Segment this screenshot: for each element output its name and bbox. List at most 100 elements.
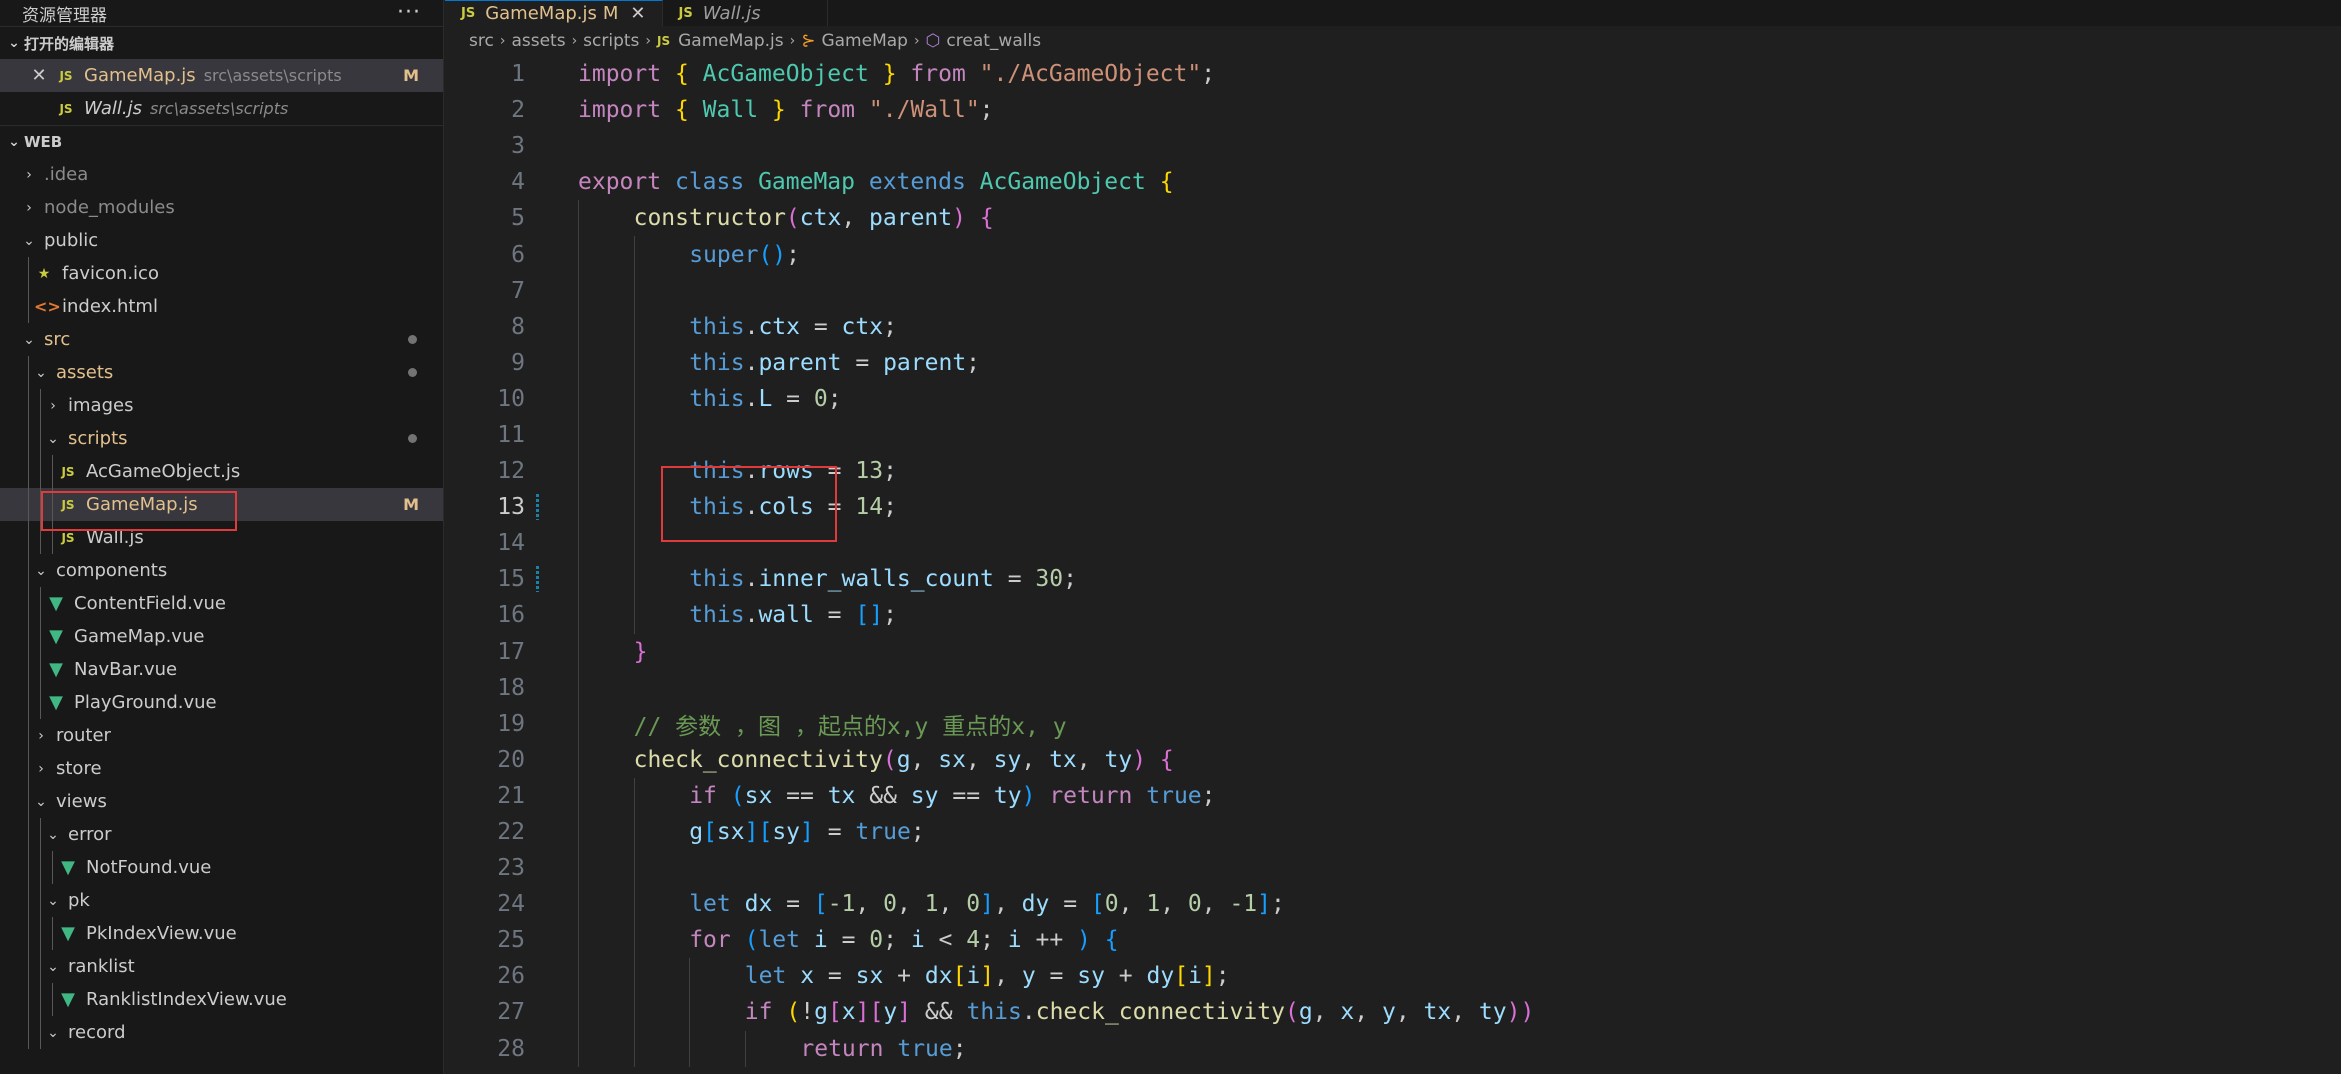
indent-guide	[28, 884, 29, 917]
tree-item[interactable]: ▼ PkIndexView.vue	[0, 917, 443, 950]
open-editor-wall[interactable]: ✕ JS Wall.js src\assets\scripts	[0, 92, 443, 125]
tree-item[interactable]: ⌄ src	[0, 323, 443, 356]
code-token: 0	[1187, 891, 1202, 918]
breadcrumb-file[interactable]: GameMap.js	[678, 31, 783, 51]
open-editor-gamemap[interactable]: ✕ JS GameMap.js src\assets\scripts M	[0, 59, 443, 92]
code-token: check_connectivity	[633, 746, 883, 773]
indent-guide	[28, 455, 29, 488]
code-content: super();	[553, 242, 800, 268]
code-line[interactable]: 6 super();	[445, 236, 2341, 273]
tree-item[interactable]: ⌄ public	[0, 224, 443, 257]
indent-guide	[578, 416, 579, 454]
tree-item[interactable]: › images	[0, 389, 443, 422]
tree-item[interactable]: JS AcGameObject.js	[0, 455, 443, 488]
code-token: tx	[1423, 999, 1452, 1026]
code-token: ++	[1021, 927, 1078, 954]
code-line[interactable]: 12 this.rows = 13;	[445, 453, 2341, 490]
code-line[interactable]: 22 g[sx][sy] = true;	[445, 813, 2341, 851]
close-icon[interactable]: ✕	[30, 65, 48, 86]
code-line[interactable]: 7	[445, 272, 2341, 309]
indent-guide	[578, 489, 579, 526]
project-section[interactable]: ⌄ WEB	[0, 125, 443, 158]
more-actions-icon[interactable]: ···	[397, 2, 421, 24]
tree-item[interactable]: ▼ PlayGround.vue	[0, 686, 443, 719]
code-line[interactable]: 24 let dx = [-1, 0, 1, 0], dy = [0, 1, 0,…	[445, 886, 2341, 923]
tree-item[interactable]: ▼ RanklistIndexView.vue	[0, 983, 443, 1016]
code-line[interactable]: 27 if (!g[x][y] && this.check_connectivit…	[445, 994, 2341, 1031]
modified-dot-icon	[408, 368, 417, 377]
indent-guide	[578, 886, 579, 923]
tree-item[interactable]: ★ favicon.ico	[0, 257, 443, 290]
open-editors-section[interactable]: ⌄ 打开的编辑器	[0, 26, 443, 59]
code-line[interactable]: 18	[445, 669, 2341, 706]
tree-item[interactable]: ▼ ContentField.vue	[0, 587, 443, 620]
tree-item[interactable]: ⌄ assets	[0, 356, 443, 389]
tab-wall[interactable]: JS Wall.js	[662, 0, 828, 26]
tree-item[interactable]: JS GameMap.js M	[0, 488, 443, 521]
tree-item[interactable]: ▼ GameMap.vue	[0, 620, 443, 653]
line-number: 19	[497, 710, 525, 737]
code-token: ;	[1201, 782, 1216, 809]
code-line[interactable]: 2 import { Wall } from "./Wall";	[445, 92, 2341, 128]
code-token: let	[758, 927, 800, 954]
code-content: this.ctx = ctx;	[553, 314, 897, 340]
tab-gamemap[interactable]: JS GameMap.js M ✕	[445, 0, 663, 26]
code-line[interactable]: 3	[445, 128, 2341, 164]
code-token: ,	[910, 746, 939, 773]
tree-item[interactable]: ▼ NavBar.vue	[0, 653, 443, 686]
breadcrumb-assets[interactable]: assets	[511, 31, 565, 51]
code-token: (	[1284, 999, 1299, 1026]
code-content: export class GameMap extends AcGameObjec…	[553, 169, 1174, 195]
code-line[interactable]: 1 import { AcGameObject } from "./AcGameO…	[445, 56, 2341, 92]
js-file-icon: JS	[61, 497, 75, 512]
code-line[interactable]: 5 constructor(ctx, parent) {	[445, 200, 2341, 237]
code-content: let dx = [-1, 0, 1, 0], dy = [0, 1, 0, -…	[553, 891, 1285, 917]
close-icon[interactable]: ✕	[630, 3, 645, 24]
tree-item[interactable]: › store	[0, 752, 443, 785]
tree-item[interactable]: ⌄ ranklist	[0, 950, 443, 983]
tree-item[interactable]: › .idea	[0, 158, 443, 191]
tree-item[interactable]: ⌄ pk	[0, 884, 443, 917]
code-line[interactable]: 9 this.parent = parent;	[445, 344, 2341, 381]
code-line[interactable]: 23	[445, 850, 2341, 887]
code-line[interactable]: 19 // 参数 ，图 ，起点的x,y 重点的x, y	[445, 705, 2341, 742]
tree-item[interactable]: ▼ NotFound.vue	[0, 851, 443, 884]
code-token: }	[771, 97, 786, 124]
breadcrumb-src[interactable]: src	[469, 31, 494, 51]
tree-item[interactable]: › node_modules	[0, 191, 443, 224]
code-line[interactable]: 28 return true;	[445, 1030, 2341, 1067]
tree-item[interactable]: <> index.html	[0, 290, 443, 323]
code-token: 0	[1104, 891, 1119, 918]
tree-item[interactable]: ⌄ record	[0, 1016, 443, 1049]
code-line[interactable]: 4 export class GameMap extends AcGameObje…	[445, 164, 2341, 200]
line-number: 5	[511, 205, 525, 232]
code-line[interactable]: 8 this.ctx = ctx;	[445, 308, 2341, 345]
code-line[interactable]: 26 let x = sx + dx[i], y = sy + dy[i];	[445, 958, 2341, 995]
tree-item[interactable]: ⌄ error	[0, 818, 443, 851]
code-line[interactable]: 14	[445, 525, 2341, 562]
indent-guide	[40, 851, 41, 884]
code-editor[interactable]: 1 import { AcGameObject } from "./AcGameO…	[445, 56, 2341, 1067]
code-line[interactable]: 25 for (let i = 0; i < 4; i ++ ) {	[445, 922, 2341, 959]
tree-item[interactable]: ⌄ components	[0, 554, 443, 587]
code-line[interactable]: 20 check_connectivity(g, sx, sy, tx, ty) …	[445, 741, 2341, 778]
breadcrumb-scripts[interactable]: scripts	[583, 31, 639, 51]
code-line[interactable]: 16 this.wall = [];	[445, 597, 2341, 634]
code-line[interactable]: 11	[445, 416, 2341, 454]
tree-item[interactable]: › router	[0, 719, 443, 752]
breadcrumb-class[interactable]: GameMap	[821, 31, 908, 51]
code-content: let x = sx + dx[i], y = sy + dy[i];	[553, 963, 1230, 989]
code-line[interactable]: 13 this.cols = 14;	[445, 489, 2341, 526]
tree-item[interactable]: JS Wall.js	[0, 521, 443, 554]
code-token: check_connectivity	[1035, 999, 1285, 1026]
code-token: y	[1381, 999, 1396, 1026]
indent-guide	[28, 983, 29, 1016]
code-line[interactable]: 15 this.inner_walls_count = 30;	[445, 561, 2341, 598]
tree-item[interactable]: ⌄ views	[0, 785, 443, 818]
code-line[interactable]: 10 this.L = 0;	[445, 380, 2341, 417]
code-line[interactable]: 17}	[445, 633, 2341, 670]
breadcrumb-method[interactable]: creat_walls	[946, 31, 1041, 51]
code-line[interactable]: 21 if (sx == tx && sy == ty) return true;	[445, 777, 2341, 814]
indent-guide	[578, 561, 579, 598]
tree-item[interactable]: ⌄ scripts	[0, 422, 443, 455]
